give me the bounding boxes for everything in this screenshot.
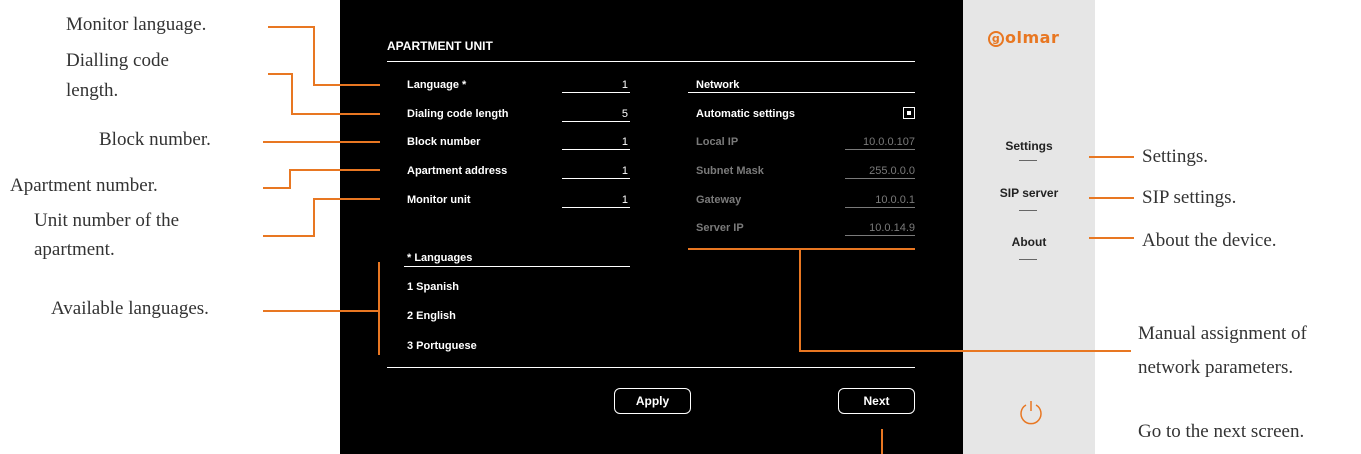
connector-manual-network-v <box>799 248 801 352</box>
menu-settings-dash <box>1019 160 1037 161</box>
local-ip-underline <box>845 149 915 150</box>
server-ip-underline <box>845 235 915 236</box>
gateway-value[interactable]: 10.0.0.1 <box>830 194 915 206</box>
bottom-divider <box>387 367 915 368</box>
connector-available-languages-v <box>378 262 380 355</box>
annotation-apartment-number: Apartment number. <box>10 175 158 196</box>
field-apartment-address-value[interactable]: 1 <box>562 165 628 177</box>
field-dialing-code-length-underline <box>562 121 630 122</box>
menu-sip-server-dash <box>1019 210 1037 211</box>
connector-unit-number-h2 <box>313 198 380 200</box>
annotation-unit-number-line2: apartment. <box>34 239 115 260</box>
languages-heading: * Languages <box>407 252 473 264</box>
gateway-underline <box>845 207 915 208</box>
subnet-mask-value[interactable]: 255.0.0.0 <box>830 165 915 177</box>
connector-block-number <box>263 141 380 143</box>
subnet-mask-underline <box>845 178 915 179</box>
annotation-dialling-code-line2: length. <box>66 80 119 101</box>
automatic-settings-label: Automatic settings <box>696 108 796 120</box>
annotation-block-number: Block number. <box>99 129 211 150</box>
connector-unit-number-v <box>313 198 315 237</box>
server-ip-value[interactable]: 10.0.14.9 <box>830 222 915 234</box>
field-apartment-address-label: Apartment address <box>407 165 508 177</box>
annotation-manual-assignment-line1: Manual assignment of <box>1138 323 1307 344</box>
network-heading-underline <box>688 92 915 93</box>
connector-dialling-code-h2 <box>291 113 380 115</box>
connector-manual-network-h2 <box>799 350 1131 352</box>
field-monitor-unit-label: Monitor unit <box>407 194 471 206</box>
next-button[interactable]: Next <box>838 388 915 414</box>
menu-item-sip-server[interactable]: SIP server <box>963 186 1095 200</box>
field-monitor-unit-underline <box>562 207 630 208</box>
logo-initial: g <box>988 31 1004 47</box>
field-block-number-label: Block number <box>407 136 481 148</box>
side-menu-panel <box>963 0 1095 454</box>
language-item-english: 2 English <box>407 310 456 322</box>
connector-monitor-language-v <box>313 26 315 86</box>
annotation-monitor-language: Monitor language. <box>66 14 207 35</box>
network-heading: Network <box>696 79 740 91</box>
annotation-settings: Settings. <box>1142 146 1208 167</box>
menu-item-settings[interactable]: Settings <box>963 139 1095 153</box>
local-ip-value[interactable]: 10.0.0.107 <box>830 136 915 148</box>
languages-heading-underline <box>404 266 630 267</box>
logo-text: olmar <box>1005 28 1060 47</box>
connector-settings <box>1089 156 1134 158</box>
golmar-logo: g olmar <box>988 28 1059 47</box>
connector-next-screen <box>881 429 883 454</box>
field-apartment-address-underline <box>562 178 630 179</box>
annotation-about-device: About the device. <box>1142 230 1277 251</box>
connector-about <box>1089 237 1134 239</box>
field-dialing-code-length-value[interactable]: 5 <box>562 108 628 120</box>
field-language-underline <box>562 92 630 93</box>
language-item-spanish: 1 Spanish <box>407 281 459 293</box>
title-divider <box>387 61 915 62</box>
gateway-label: Gateway <box>696 194 742 206</box>
connector-apartment-number <box>263 187 291 189</box>
checkbox-checked-dot <box>906 110 911 115</box>
annotation-manual-assignment-line2: network parameters. <box>1138 357 1294 378</box>
local-ip-label: Local IP <box>696 136 739 148</box>
annotation-unit-number-line1: Unit number of the <box>34 210 180 231</box>
field-monitor-unit-value[interactable]: 1 <box>562 194 628 206</box>
annotation-dialling-code-line1: Dialling code <box>66 50 169 71</box>
apply-button[interactable]: Apply <box>614 388 691 414</box>
language-item-portuguese: 3 Portuguese <box>407 340 477 352</box>
server-ip-label: Server IP <box>696 222 744 234</box>
connector-manual-network <box>688 248 915 250</box>
apply-button-label: Apply <box>635 394 670 408</box>
connector-dialling-code <box>268 73 293 75</box>
field-dialing-code-length-label: Dialing code length <box>407 108 509 120</box>
field-language-value[interactable]: 1 <box>562 79 628 91</box>
annotation-next-screen: Go to the next screen. <box>1138 421 1305 442</box>
subnet-mask-label: Subnet Mask <box>696 165 764 177</box>
connector-sip-settings <box>1089 197 1134 199</box>
connector-monitor-language <box>268 26 315 28</box>
menu-item-about[interactable]: About <box>963 235 1095 249</box>
field-language-label: Language * <box>407 79 467 91</box>
field-block-number-value[interactable]: 1 <box>562 136 628 148</box>
field-block-number-underline <box>562 149 630 150</box>
screen-title: APARTMENT UNIT <box>387 39 493 53</box>
connector-available-languages <box>263 310 379 312</box>
connector-unit-number <box>263 235 315 237</box>
power-icon[interactable] <box>1018 398 1044 426</box>
connector-apartment-number-v <box>289 169 291 189</box>
connector-dialling-code-v <box>291 73 293 115</box>
annotation-sip-settings: SIP settings. <box>1142 187 1237 208</box>
automatic-settings-checkbox[interactable] <box>903 107 915 119</box>
next-button-label: Next <box>863 394 890 408</box>
menu-about-dash <box>1019 259 1037 260</box>
annotation-available-languages: Available languages. <box>51 298 209 319</box>
connector-monitor-language-h2 <box>313 84 380 86</box>
connector-apartment-number-h2 <box>289 169 380 171</box>
